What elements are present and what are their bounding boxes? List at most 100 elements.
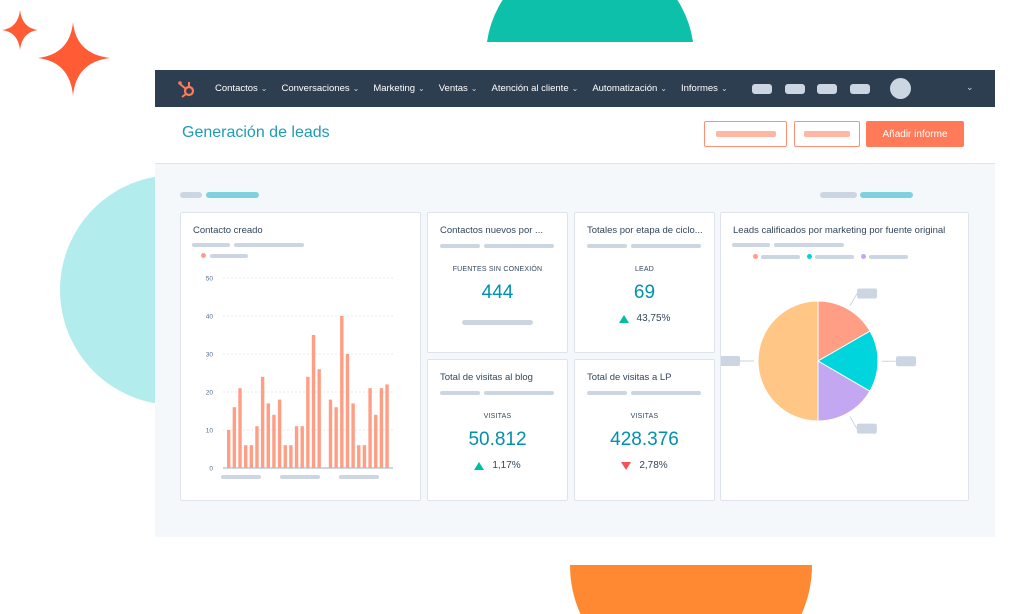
bar <box>238 388 242 468</box>
card-lp-visits[interactable]: Total de visitas a LP VISITAS 428.376 2,… <box>574 359 715 501</box>
hubspot-logo-icon[interactable] <box>177 79 197 99</box>
bar <box>232 407 237 468</box>
metric-label: LEAD <box>634 266 655 273</box>
orange-half-circle <box>570 565 812 614</box>
pie-label-placeholder <box>857 288 878 299</box>
pie-label-leader <box>849 293 858 306</box>
add-report-button[interactable]: Añadir informe <box>866 121 964 147</box>
bar <box>351 403 355 468</box>
pie-label-leader <box>849 416 858 429</box>
metric-delta: 1,17% <box>428 460 567 471</box>
subtitle-placeholder <box>440 244 480 248</box>
filter-placeholder[interactable] <box>820 192 857 198</box>
pie-label-placeholder <box>856 423 877 434</box>
bar <box>379 388 384 468</box>
y-tick-label: 20 <box>206 390 214 397</box>
card-lifecycle[interactable]: Totales por etapa de ciclo... LEAD 69 43… <box>574 212 715 353</box>
arrow-up-icon <box>618 314 629 323</box>
secondary-button[interactable] <box>794 121 860 147</box>
arrow-up-icon <box>474 461 485 470</box>
bar <box>334 407 338 468</box>
nav-label: Atención al cliente <box>491 83 569 94</box>
bar <box>328 399 333 468</box>
chevron-down-icon: ⌄ <box>470 84 478 93</box>
card-title: Totales por etapa de ciclo... <box>587 225 703 236</box>
nav-conversaciones[interactable]: Conversaciones ⌄ <box>281 83 359 94</box>
bar <box>289 445 293 468</box>
y-tick-label: 50 <box>206 276 214 283</box>
chevron-down-icon: ⌄ <box>418 84 425 93</box>
bar <box>243 445 248 468</box>
x-axis-label-placeholder <box>339 475 379 479</box>
card-mql-by-source[interactable]: Leads calificados por marketing por fuen… <box>720 212 969 501</box>
bar <box>255 426 259 468</box>
bar <box>368 388 372 468</box>
placeholder-bar <box>462 320 533 325</box>
bar <box>357 445 361 468</box>
metric-value: 50.812 <box>468 429 527 450</box>
nav-label: Marketing <box>373 83 416 94</box>
metric-label: VISITAS <box>483 413 512 420</box>
card-blog-visits[interactable]: Total de visitas al blog VISITAS 50.812 … <box>427 359 568 501</box>
card-title: Total de visitas al blog <box>440 372 533 383</box>
card-new-contacts[interactable]: Contactos nuevos por ... FUENTES SIN CON… <box>427 212 568 353</box>
nav-ventas[interactable]: Ventas ⌄ <box>439 83 478 94</box>
nav-icon-button[interactable] <box>817 84 837 94</box>
nav-automatizacion[interactable]: Automatización ⌄ <box>592 83 667 94</box>
bar <box>227 430 231 468</box>
bar <box>283 445 287 468</box>
metric-delta: 43,75% <box>575 313 714 324</box>
nav-marketing[interactable]: Marketing ⌄ <box>373 83 424 94</box>
nav-label: Ventas <box>438 83 468 94</box>
bar <box>385 384 389 468</box>
arrow-down-icon <box>621 461 632 470</box>
nav-informes[interactable]: Informes ⌄ <box>681 83 728 94</box>
subtitle-placeholder <box>631 391 701 395</box>
bar <box>266 403 270 468</box>
chevron-down-icon: ⌄ <box>660 84 667 93</box>
bar <box>340 316 344 468</box>
y-tick-label: 40 <box>206 314 214 321</box>
delta-value: 1,17% <box>492 460 521 471</box>
bar <box>300 426 304 468</box>
bar <box>306 376 310 468</box>
subtitle-placeholder <box>587 244 627 248</box>
chevron-down-icon: ⌄ <box>720 84 728 93</box>
y-tick-label: 10 <box>206 428 214 435</box>
secondary-button[interactable] <box>704 121 787 147</box>
pie-label-placeholder <box>721 356 740 366</box>
sparkle-large-icon <box>38 22 110 96</box>
pie-slice <box>757 300 819 422</box>
bar <box>277 399 282 468</box>
nav-icon-button[interactable] <box>752 84 772 94</box>
bar <box>317 369 321 468</box>
pie-label-placeholder <box>895 356 916 367</box>
nav-atencion-cliente[interactable]: Atención al cliente ⌄ <box>492 83 579 94</box>
bar <box>272 414 276 468</box>
metric-value: 444 <box>481 282 514 303</box>
filter-placeholder-active[interactable] <box>860 192 913 198</box>
filter-placeholder-active[interactable] <box>206 192 259 198</box>
filter-placeholder[interactable] <box>180 192 202 198</box>
card-title: Total de visitas a LP <box>587 372 672 383</box>
bar <box>249 445 254 468</box>
nav-icon-button[interactable] <box>785 84 805 94</box>
subtitle-placeholder <box>587 391 627 395</box>
nav-contactos[interactable]: Contactos ⌄ <box>215 83 267 94</box>
nav-label: Contactos <box>215 83 258 94</box>
delta-value: 2,78% <box>639 460 668 471</box>
account-chevron-down-icon[interactable]: ⌄ <box>966 82 974 93</box>
chevron-down-icon: ⌄ <box>260 84 268 93</box>
nav-icon-button[interactable] <box>850 84 870 94</box>
delta-value: 43,75% <box>636 313 671 324</box>
bar <box>311 335 316 468</box>
subtitle-placeholder <box>484 244 554 248</box>
subtitle-placeholder <box>631 244 701 248</box>
card-title: Contactos nuevos por ... <box>440 225 543 236</box>
bar-chart: 0 10 20 30 40 50 <box>206 276 393 473</box>
chevron-down-icon: ⌄ <box>352 84 360 93</box>
card-contact-created[interactable]: Contacto creado 0 10 20 30 40 50 <box>180 212 421 501</box>
y-tick-label: 30 <box>206 352 214 359</box>
x-axis-label-placeholder <box>221 475 261 479</box>
avatar[interactable] <box>890 78 911 99</box>
